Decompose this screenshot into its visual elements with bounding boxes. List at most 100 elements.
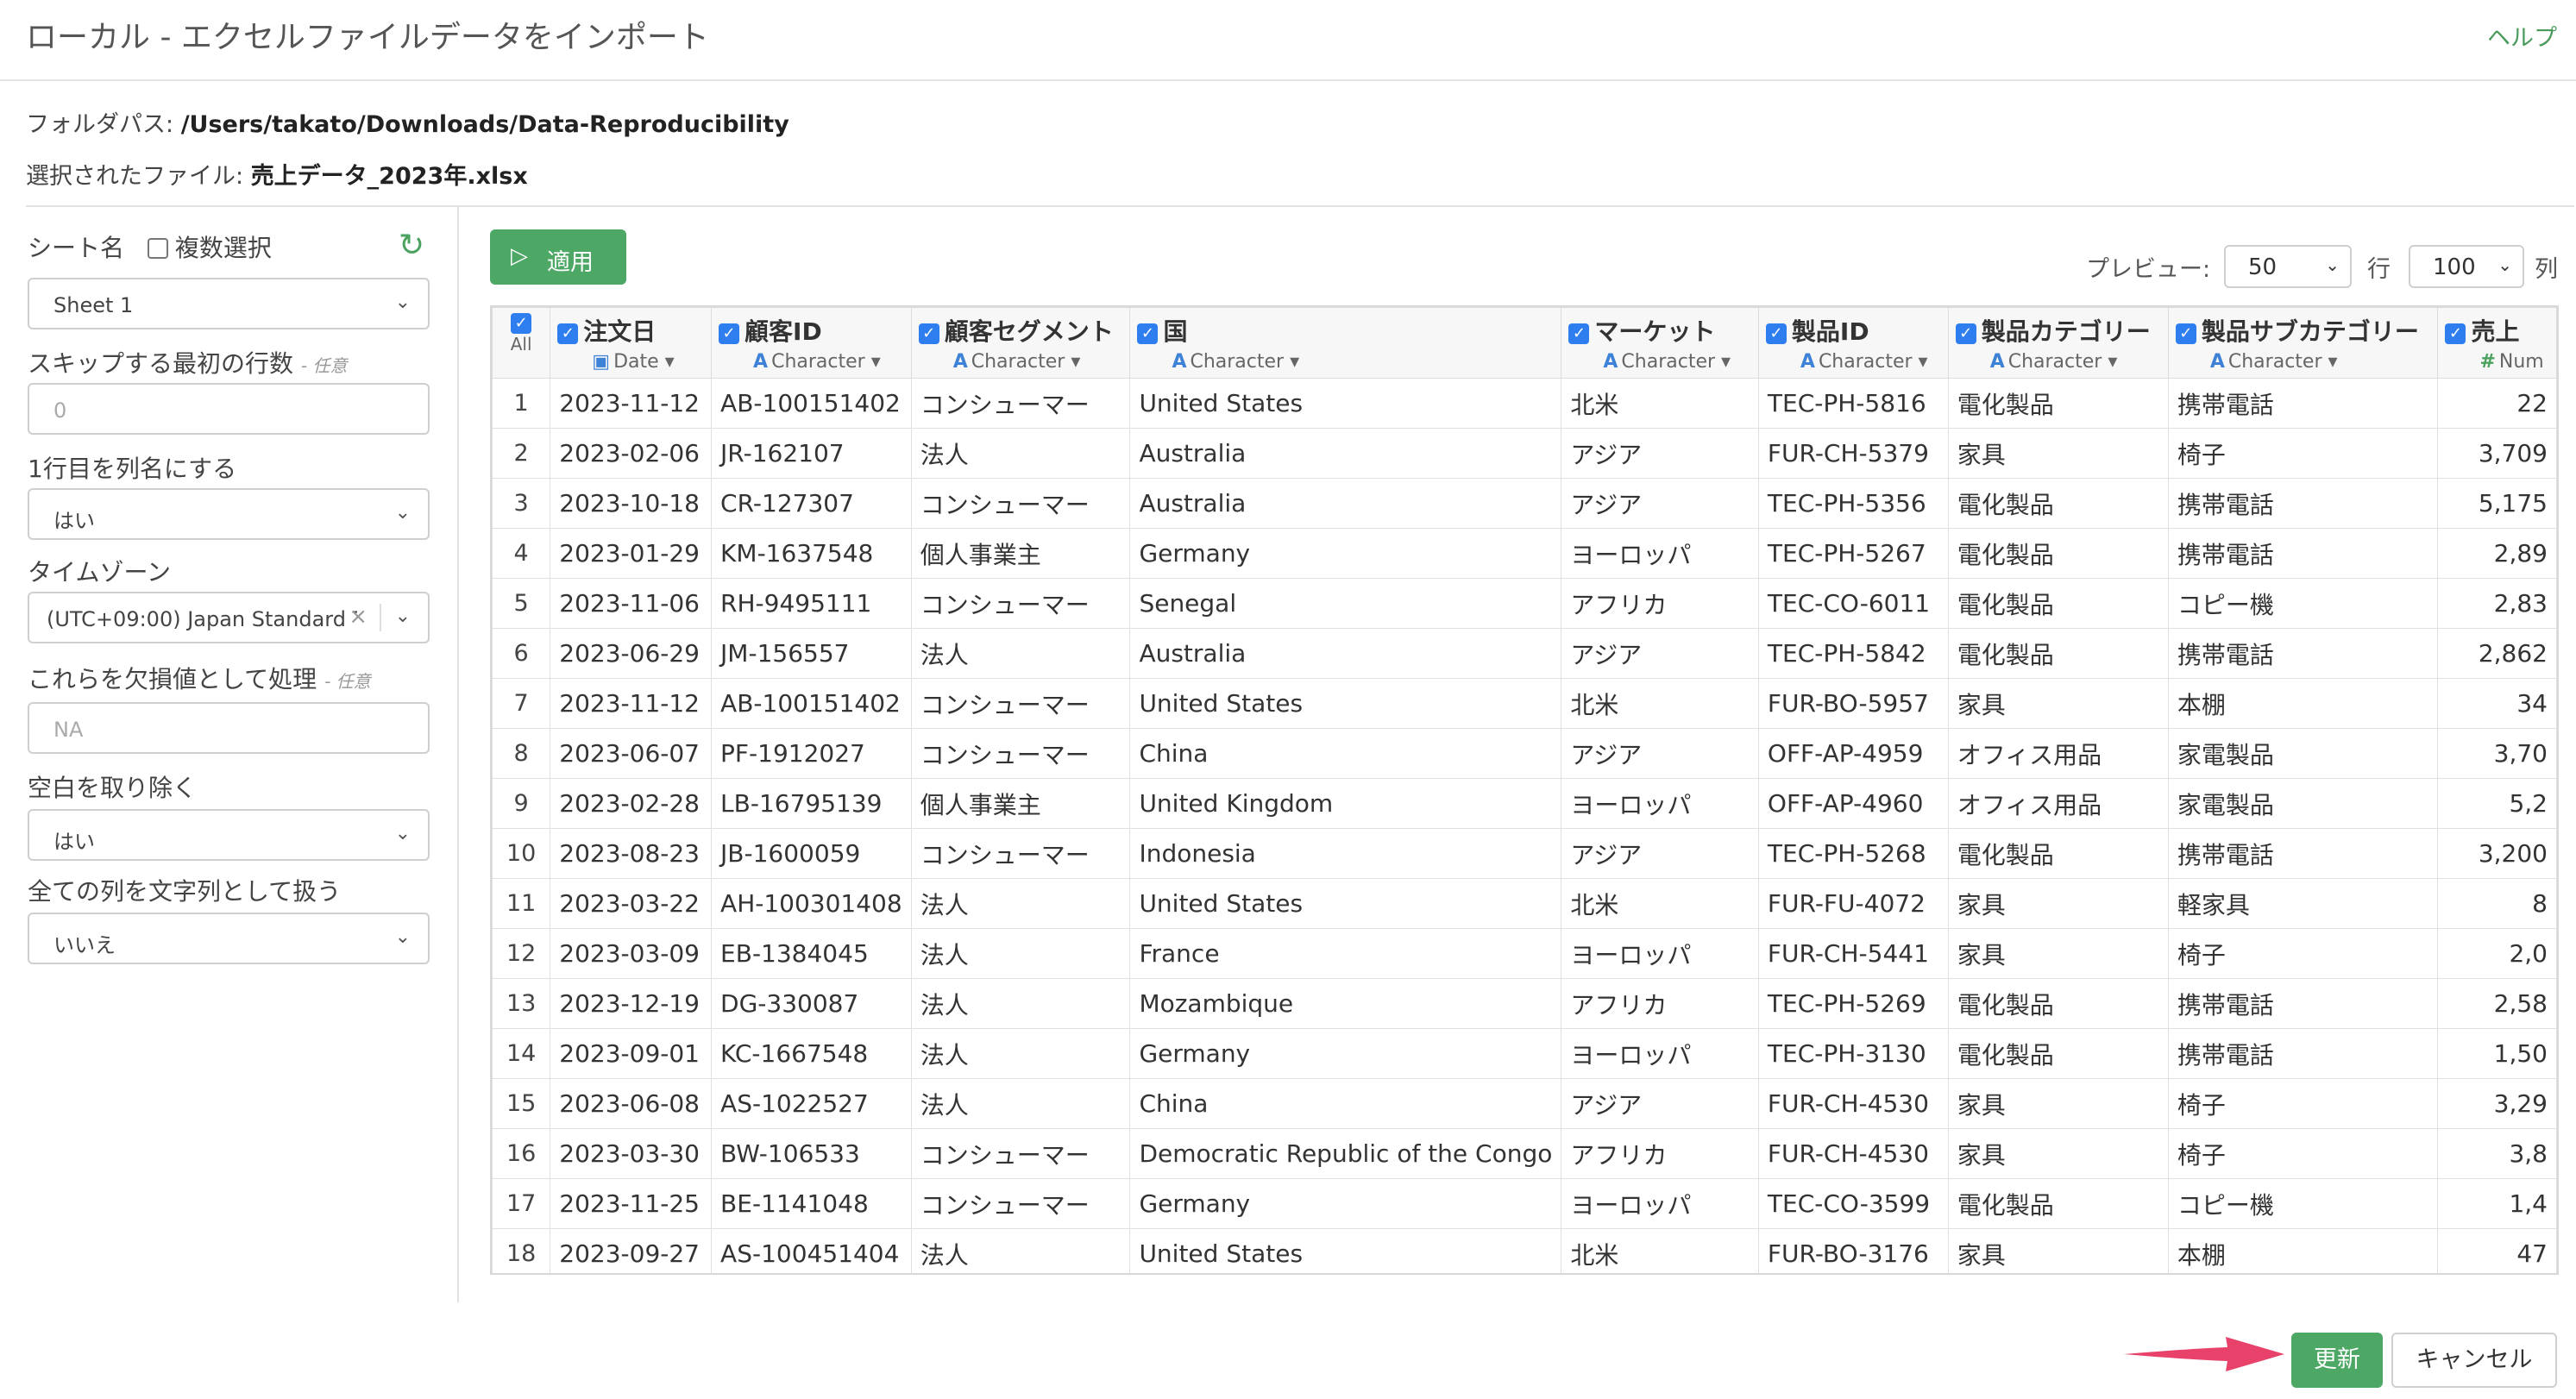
- table-cell: 椅子: [2167, 1078, 2439, 1129]
- table-cell: JM-156557: [711, 628, 912, 679]
- table-cell: TEC-CO-6011: [1757, 578, 1949, 629]
- row-number: 12: [492, 928, 551, 979]
- header-row-label: 1行目を列名にする: [28, 455, 237, 483]
- table-cell: 携帯電話: [2167, 628, 2439, 679]
- select-all-checkbox[interactable]: ✓: [511, 313, 532, 334]
- column-type-selector[interactable]: A Character ▾: [1137, 351, 1554, 373]
- table-cell: 椅子: [2167, 428, 2439, 479]
- select-all-header[interactable]: ✓ All: [492, 307, 551, 379]
- table-cell: 2023-11-06: [550, 578, 713, 629]
- character-type-icon: A: [1800, 351, 1815, 373]
- table-cell: 2023-09-01: [550, 1028, 713, 1079]
- multi-select-option[interactable]: 複数選択: [147, 234, 272, 262]
- column-header[interactable]: ✓ マーケット A Character ▾: [1561, 307, 1759, 379]
- select-separator: [380, 604, 381, 631]
- cols-unit-label: 列: [2535, 256, 2558, 283]
- column-checkbox[interactable]: ✓: [1955, 323, 1976, 344]
- table-cell: CR-127307: [711, 478, 912, 529]
- table-cell: 電化製品: [1947, 1178, 2169, 1229]
- character-type-icon: A: [1603, 351, 1618, 373]
- column-checkbox[interactable]: ✓: [2175, 323, 2196, 344]
- table-cell: BW-106533: [711, 1128, 912, 1179]
- column-header[interactable]: ✓ 注文日 ▣ Date ▾: [550, 307, 713, 379]
- all-character-value: いいえ: [53, 933, 116, 957]
- chevron-down-icon: ⌄: [2497, 254, 2512, 275]
- preview-cols-select[interactable]: 100 ⌄: [2409, 245, 2524, 288]
- table-cell: FUR-FU-4072: [1757, 878, 1949, 929]
- column-type-selector[interactable]: A Character ▾: [1956, 351, 2161, 373]
- table-cell: 電化製品: [1947, 528, 2169, 579]
- table-cell: 3,70: [2437, 728, 2557, 779]
- na-values-input[interactable]: NA: [28, 702, 430, 754]
- all-character-select[interactable]: いいえ ⌄: [28, 913, 430, 964]
- column-header[interactable]: ✓ 製品サブカテゴリー A Character ▾: [2167, 307, 2439, 379]
- table-cell: ヨーロッパ: [1561, 1028, 1759, 1079]
- column-checkbox[interactable]: ✓: [557, 323, 579, 344]
- column-checkbox[interactable]: ✓: [1568, 323, 1590, 344]
- column-type-selector[interactable]: ▣ Date ▾: [557, 351, 704, 373]
- table-cell: アジア: [1561, 828, 1759, 879]
- table-cell: Senegal: [1129, 578, 1562, 629]
- chevron-down-icon: ⌄: [394, 823, 411, 844]
- multi-select-checkbox[interactable]: [147, 238, 168, 259]
- column-header[interactable]: ✓ 国 A Character ▾: [1129, 307, 1562, 379]
- data-preview-grid: ✓ All ✓ 注文日 ▣ Date ▾ ✓ 顧客ID A Character ▾ ✓ 顧…: [490, 305, 2559, 1275]
- table-cell: TEC-PH-5842: [1757, 628, 1949, 679]
- cancel-button[interactable]: キャンセル: [2391, 1333, 2557, 1388]
- table-row: 5 2023-11-06 RH-9495111 コンシューマー Senegal アフリカ T…: [492, 578, 2557, 629]
- column-header[interactable]: ✓ 製品カテゴリー A Character ▾: [1947, 307, 2169, 379]
- table-cell: FUR-BO-3176: [1757, 1228, 1949, 1273]
- column-header[interactable]: ✓ 製品ID A Character ▾: [1757, 307, 1949, 379]
- table-row: 14 2023-09-01 KC-1667548 法人 Germany ヨーロッパ TEC-…: [492, 1028, 2557, 1079]
- skip-rows-input[interactable]: 0: [28, 383, 430, 435]
- table-cell: 3,709: [2437, 428, 2557, 479]
- column-checkbox[interactable]: ✓: [1137, 323, 1159, 344]
- column-header[interactable]: ✓ 顧客セグメント A Character ▾: [910, 307, 1131, 379]
- column-name: 注文日: [583, 317, 657, 346]
- refresh-icon[interactable]: ↻: [399, 228, 424, 263]
- table-cell: 47: [2437, 1228, 2557, 1273]
- table-cell: 本棚: [2167, 1228, 2439, 1273]
- table-cell: 2023-06-29: [550, 628, 713, 679]
- sheet-select[interactable]: Sheet 1 ⌄: [28, 278, 430, 329]
- table-cell: FUR-CH-4530: [1757, 1078, 1949, 1129]
- header-row-select[interactable]: はい ⌄: [28, 488, 430, 540]
- column-checkbox[interactable]: ✓: [2445, 323, 2466, 344]
- table-cell: DG-330087: [711, 978, 912, 1029]
- column-type-selector[interactable]: A Character ▾: [719, 351, 904, 373]
- column-header[interactable]: ✓ 売上 # Num: [2437, 307, 2557, 379]
- column-checkbox[interactable]: ✓: [918, 323, 939, 344]
- column-type-selector[interactable]: A Character ▾: [919, 351, 1123, 373]
- table-row: 11 2023-03-22 AH-100301408 法人 United States 北…: [492, 878, 2557, 929]
- table-cell: 2023-02-06: [550, 428, 713, 479]
- column-type-selector[interactable]: # Num: [2445, 351, 2549, 373]
- table-cell: KC-1667548: [711, 1028, 912, 1079]
- column-header[interactable]: ✓ 顧客ID A Character ▾: [711, 307, 912, 379]
- table-cell: ヨーロッパ: [1561, 928, 1759, 979]
- column-type-selector[interactable]: A Character ▾: [1568, 351, 1751, 373]
- update-button[interactable]: 更新: [2291, 1333, 2383, 1388]
- apply-button[interactable]: ▷ 適用: [490, 229, 626, 285]
- header-row: ✓ All ✓ 注文日 ▣ Date ▾ ✓ 顧客ID A Character ▾ ✓ 顧…: [492, 307, 2557, 379]
- table-cell: FUR-BO-5957: [1757, 678, 1949, 729]
- table-cell: 2023-03-30: [550, 1128, 713, 1179]
- preview-rows-select[interactable]: 50 ⌄: [2224, 245, 2352, 288]
- column-type-selector[interactable]: A Character ▾: [1766, 351, 1941, 373]
- help-link[interactable]: ヘルプ: [2487, 19, 2557, 53]
- clear-icon[interactable]: ×: [349, 604, 368, 630]
- timezone-select[interactable]: (UTC+09:00) Japan Standard Tir × ⌄: [28, 592, 430, 643]
- table-cell: 2023-10-18: [550, 478, 713, 529]
- table-row: 15 2023-06-08 AS-1022527 法人 China アジア FUR-CH-4…: [492, 1078, 2557, 1129]
- preview-rows-value: 50: [2248, 254, 2278, 280]
- table-cell: KM-1637548: [711, 528, 912, 579]
- table-body: 1 2023-11-12 AB-100151402 コンシューマー United Sta…: [492, 378, 2557, 1273]
- table-cell: Germany: [1129, 1178, 1562, 1229]
- table-cell: 2023-06-07: [550, 728, 713, 779]
- trim-whitespace-select[interactable]: はい ⌄: [28, 809, 430, 861]
- table-cell: United States: [1129, 678, 1562, 729]
- column-type: Character: [2007, 351, 2102, 373]
- column-checkbox[interactable]: ✓: [719, 323, 740, 344]
- column-type-selector[interactable]: A Character ▾: [2176, 351, 2431, 373]
- table-cell: 北米: [1561, 378, 1759, 429]
- column-checkbox[interactable]: ✓: [1765, 323, 1787, 344]
